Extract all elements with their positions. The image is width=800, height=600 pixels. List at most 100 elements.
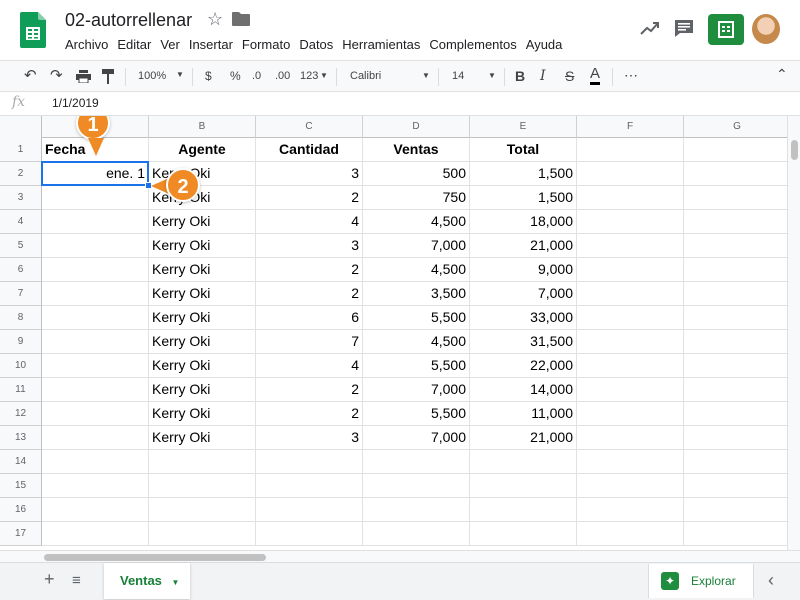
empty-cell[interactable]: [577, 162, 684, 186]
folder-icon[interactable]: [232, 12, 250, 26]
empty-cell[interactable]: [363, 474, 470, 498]
column-header-e[interactable]: E: [470, 116, 577, 138]
empty-cell[interactable]: [42, 450, 149, 474]
column-header-d[interactable]: D: [363, 116, 470, 138]
column-header-f[interactable]: F: [577, 116, 684, 138]
empty-cell[interactable]: [577, 522, 684, 546]
table-cell[interactable]: Kerry Oki: [149, 330, 256, 354]
empty-cell[interactable]: [684, 210, 791, 234]
empty-cell[interactable]: [684, 474, 791, 498]
table-cell[interactable]: [42, 186, 149, 210]
italic-button[interactable]: I: [540, 68, 546, 84]
more-tools-icon[interactable]: ⋯: [624, 67, 638, 84]
row-header[interactable]: 15: [0, 474, 42, 498]
empty-cell[interactable]: [577, 450, 684, 474]
select-all-corner[interactable]: [0, 116, 42, 138]
star-icon[interactable]: ☆: [207, 9, 223, 30]
row-header[interactable]: 12: [0, 402, 42, 426]
header-cell[interactable]: Total: [470, 138, 577, 162]
table-cell[interactable]: 4,500: [363, 210, 470, 234]
table-cell[interactable]: ene. 1: [42, 162, 149, 186]
empty-cell[interactable]: [684, 138, 791, 162]
empty-cell[interactable]: [363, 450, 470, 474]
table-cell[interactable]: 4,500: [363, 330, 470, 354]
table-cell[interactable]: 750: [363, 186, 470, 210]
collapse-menus-icon[interactable]: ⌃: [776, 66, 788, 83]
formula-input[interactable]: 1/1/2019: [52, 96, 99, 110]
table-cell[interactable]: 6: [256, 306, 363, 330]
empty-cell[interactable]: [684, 306, 791, 330]
row-header[interactable]: 10: [0, 354, 42, 378]
row-header[interactable]: 8: [0, 306, 42, 330]
empty-cell[interactable]: [256, 522, 363, 546]
explore-button[interactable]: ✦ Explorar: [648, 564, 754, 598]
empty-cell[interactable]: [470, 522, 577, 546]
font-dropdown-icon[interactable]: ▼: [422, 71, 430, 80]
empty-cell[interactable]: [42, 474, 149, 498]
table-cell[interactable]: Kerry Oki: [149, 258, 256, 282]
table-cell[interactable]: [42, 426, 149, 450]
empty-cell[interactable]: [256, 474, 363, 498]
percent-format-button[interactable]: %: [230, 69, 241, 83]
empty-cell[interactable]: [577, 186, 684, 210]
empty-cell[interactable]: [256, 450, 363, 474]
horizontal-scrollbar[interactable]: [0, 550, 800, 562]
document-title[interactable]: 02-autorrellenar: [65, 10, 192, 31]
menu-archivo[interactable]: Archivo: [65, 37, 108, 55]
table-cell[interactable]: [42, 258, 149, 282]
table-cell[interactable]: 7,000: [470, 282, 577, 306]
empty-cell[interactable]: [684, 282, 791, 306]
redo-icon[interactable]: ↷: [50, 66, 63, 84]
table-cell[interactable]: 9,000: [470, 258, 577, 282]
text-color-button[interactable]: A: [590, 66, 601, 85]
table-cell[interactable]: [42, 402, 149, 426]
empty-cell[interactable]: [577, 498, 684, 522]
table-cell[interactable]: 7,000: [363, 378, 470, 402]
row-header[interactable]: 7: [0, 282, 42, 306]
table-cell[interactable]: 2: [256, 186, 363, 210]
empty-cell[interactable]: [256, 498, 363, 522]
font-size-dropdown-icon[interactable]: ▼: [488, 71, 496, 80]
menu-formato[interactable]: Formato: [242, 37, 290, 55]
row-header[interactable]: 2: [0, 162, 42, 186]
empty-cell[interactable]: [577, 306, 684, 330]
empty-cell[interactable]: [684, 450, 791, 474]
empty-cell[interactable]: [684, 426, 791, 450]
empty-cell[interactable]: [363, 522, 470, 546]
table-cell[interactable]: [42, 330, 149, 354]
all-sheets-icon[interactable]: ≡: [72, 572, 81, 589]
empty-cell[interactable]: [577, 354, 684, 378]
table-cell[interactable]: 5,500: [363, 354, 470, 378]
empty-cell[interactable]: [470, 450, 577, 474]
empty-cell[interactable]: [684, 498, 791, 522]
table-cell[interactable]: [42, 210, 149, 234]
table-cell[interactable]: 11,000: [470, 402, 577, 426]
table-cell[interactable]: 7,000: [363, 426, 470, 450]
empty-cell[interactable]: [42, 498, 149, 522]
menu-ver[interactable]: Ver: [160, 37, 180, 55]
table-cell[interactable]: [42, 282, 149, 306]
table-cell[interactable]: 4: [256, 210, 363, 234]
sheets-logo-icon[interactable]: [20, 12, 46, 48]
user-avatar[interactable]: [752, 14, 780, 44]
empty-cell[interactable]: [363, 498, 470, 522]
zoom-select[interactable]: 100%: [138, 70, 166, 82]
table-cell[interactable]: 3: [256, 162, 363, 186]
row-header[interactable]: 3: [0, 186, 42, 210]
table-cell[interactable]: 500: [363, 162, 470, 186]
row-header[interactable]: 9: [0, 330, 42, 354]
table-cell[interactable]: 2: [256, 258, 363, 282]
table-cell[interactable]: [42, 234, 149, 258]
empty-cell[interactable]: [577, 330, 684, 354]
header-cell[interactable]: Ventas: [363, 138, 470, 162]
table-cell[interactable]: Kerry Oki: [149, 426, 256, 450]
table-cell[interactable]: Kerry Oki: [149, 234, 256, 258]
table-cell[interactable]: 3: [256, 426, 363, 450]
table-cell[interactable]: 1,500: [470, 186, 577, 210]
paint-format-icon[interactable]: [102, 69, 114, 84]
side-panel-collapse-icon[interactable]: ‹: [768, 570, 774, 591]
more-formats-button[interactable]: 123: [300, 70, 318, 82]
menu-complementos[interactable]: Complementos: [429, 37, 516, 55]
row-header[interactable]: 17: [0, 522, 42, 546]
row-header[interactable]: 4: [0, 210, 42, 234]
